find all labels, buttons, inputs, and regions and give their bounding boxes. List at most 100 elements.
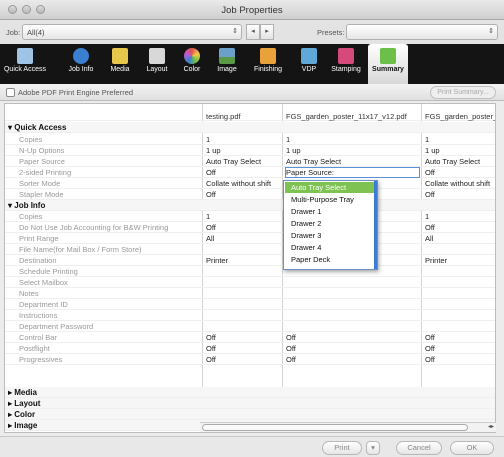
row-label: Paper Source [19, 157, 65, 166]
job-select-value: All(4) [27, 28, 45, 37]
table-row: Print Range All All [5, 233, 495, 244]
presets-label: Presets: [317, 28, 345, 37]
tab-image[interactable]: Image [212, 44, 242, 84]
dropdown-scrollbar[interactable] [374, 181, 377, 269]
job-selector-bar: Job: All(4) ⇕ ◂ ▸ Presets: ⇕ [0, 20, 504, 44]
table-row: Postflight Off Off Off [5, 343, 495, 354]
row-label: Print Range [19, 234, 59, 243]
dropdown-option[interactable]: Auto Tray Select [285, 182, 376, 193]
cell-value[interactable]: 1 up [206, 146, 282, 155]
row-label: 2-sided Printing [19, 168, 72, 177]
presets-select[interactable]: ⇕ [346, 24, 498, 40]
pdf-engine-checkbox[interactable] [6, 88, 15, 97]
tab-quick-access[interactable]: Quick Access [2, 44, 48, 84]
cell-value[interactable]: Off [425, 333, 495, 342]
cell-value[interactable]: Off [425, 168, 495, 177]
dropdown-option[interactable]: Drawer 3 [285, 230, 376, 241]
cell-value[interactable]: Off [286, 344, 419, 353]
tab-label: Layout [146, 66, 168, 73]
scrollbar-thumb[interactable] [202, 424, 468, 431]
finishing-icon [260, 48, 276, 64]
cell-value[interactable]: 1 [425, 135, 495, 144]
vdp-icon [301, 48, 317, 64]
section-title: ▸ Image [8, 421, 38, 430]
cell-value[interactable]: Auto Tray Select [425, 157, 495, 166]
dropdown-option[interactable]: Drawer 2 [285, 218, 376, 229]
tab-job-info[interactable]: Job Info [64, 44, 98, 84]
next-job-button[interactable]: ▸ [260, 24, 274, 40]
dropdown-option[interactable]: Drawer 4 [285, 242, 376, 253]
row-label: Sorter Mode [19, 179, 61, 188]
tab-summary[interactable]: Summary [368, 44, 408, 84]
row-label: Do Not Use Job Accounting for B&W Printi… [19, 223, 169, 232]
dropdown-option[interactable]: Multi-Purpose Tray [285, 194, 376, 205]
tab-label: Image [217, 66, 237, 73]
section-color[interactable]: ▸ Color [5, 409, 495, 420]
dropdown-option[interactable]: Paper Deck [285, 254, 376, 265]
scroll-arrows-icon[interactable]: ◂▸ [488, 423, 494, 430]
cell-value[interactable]: Off [425, 355, 495, 364]
cancel-button[interactable]: Cancel [396, 441, 442, 455]
paper-source-popup-label[interactable]: Paper Source: [285, 167, 420, 178]
select-arrows-icon: ⇕ [232, 28, 238, 35]
tab-label: Finishing [253, 66, 282, 73]
tab-label: VDP [301, 66, 317, 73]
cell-value[interactable]: 1 up [286, 146, 419, 155]
cell-value[interactable]: Off [206, 333, 282, 342]
ok-button[interactable]: OK [450, 441, 494, 455]
cell-value[interactable]: Auto Tray Select [286, 157, 419, 166]
cell-value[interactable]: Auto Tray Select [206, 157, 282, 166]
cell-value[interactable]: Off [206, 344, 282, 353]
cell-value[interactable]: 1 [206, 135, 282, 144]
cell-value[interactable]: Off [206, 190, 282, 199]
section-job-info[interactable]: ▾ Job Info [5, 200, 495, 211]
cell-value[interactable]: Collate without shift [425, 179, 495, 188]
table-row: Department Password [5, 321, 495, 332]
cell-value[interactable]: Collate without shift [206, 179, 282, 188]
tab-label: Stamping [331, 66, 361, 73]
cell-value[interactable]: Off [286, 333, 419, 342]
table-row: Notes [5, 288, 495, 299]
cell-value[interactable]: 1 up [425, 146, 495, 155]
section-layout[interactable]: ▸ Layout [5, 398, 495, 409]
tab-media[interactable]: Media [106, 44, 134, 84]
print-button[interactable]: Print [322, 441, 362, 455]
section-title: ▸ Media [8, 388, 37, 397]
job-select[interactable]: All(4) ⇕ [22, 24, 242, 40]
column-header[interactable]: FGS_garden_poster_11x17_v12.pdf [286, 112, 419, 121]
cell-value[interactable]: 1 [286, 135, 419, 144]
cell-value[interactable]: Printer [206, 256, 282, 265]
column-header[interactable]: FGS_garden_poster_... [425, 112, 495, 121]
table-row: Stapler Mode Off Off [5, 189, 495, 200]
tab-finishing[interactable]: Finishing [250, 44, 286, 84]
previous-job-button[interactable]: ◂ [246, 24, 260, 40]
print-summary-button[interactable]: Print Summary... [430, 86, 496, 99]
cell-value[interactable]: Off [206, 168, 282, 177]
table-row: Schedule Printing [5, 266, 495, 277]
cell-value[interactable]: Off [206, 223, 282, 232]
select-arrows-icon: ⇕ [488, 28, 494, 35]
section-media[interactable]: ▸ Media [5, 387, 495, 398]
cell-value[interactable]: Off [206, 355, 282, 364]
cell-value[interactable]: Off [286, 355, 419, 364]
cell-value[interactable]: Off [425, 223, 495, 232]
cell-value[interactable]: 1 [206, 212, 282, 221]
tab-color[interactable]: Color [180, 44, 204, 84]
cell-value[interactable]: Printer [425, 256, 495, 265]
tab-layout[interactable]: Layout [142, 44, 172, 84]
cell-value[interactable]: Off [425, 344, 495, 353]
row-label: Select Mailbox [19, 278, 68, 287]
tab-vdp[interactable]: VDP [296, 44, 322, 84]
column-header[interactable]: testing.pdf [206, 112, 282, 121]
row-label: Stapler Mode [19, 190, 64, 199]
cell-value[interactable]: All [425, 234, 495, 243]
print-menu-arrow-icon[interactable]: ▾ [366, 441, 380, 455]
cell-value[interactable]: 1 [425, 212, 495, 221]
tab-stamping[interactable]: Stamping [326, 44, 366, 84]
dropdown-option[interactable]: Drawer 1 [285, 206, 376, 217]
cell-value[interactable]: All [206, 234, 282, 243]
cell-value[interactable]: Off [425, 190, 495, 199]
horizontal-scrollbar[interactable]: ◂▸ [200, 422, 496, 432]
color-icon [184, 48, 200, 64]
section-quick-access[interactable]: ▾ Quick Access [5, 122, 495, 133]
